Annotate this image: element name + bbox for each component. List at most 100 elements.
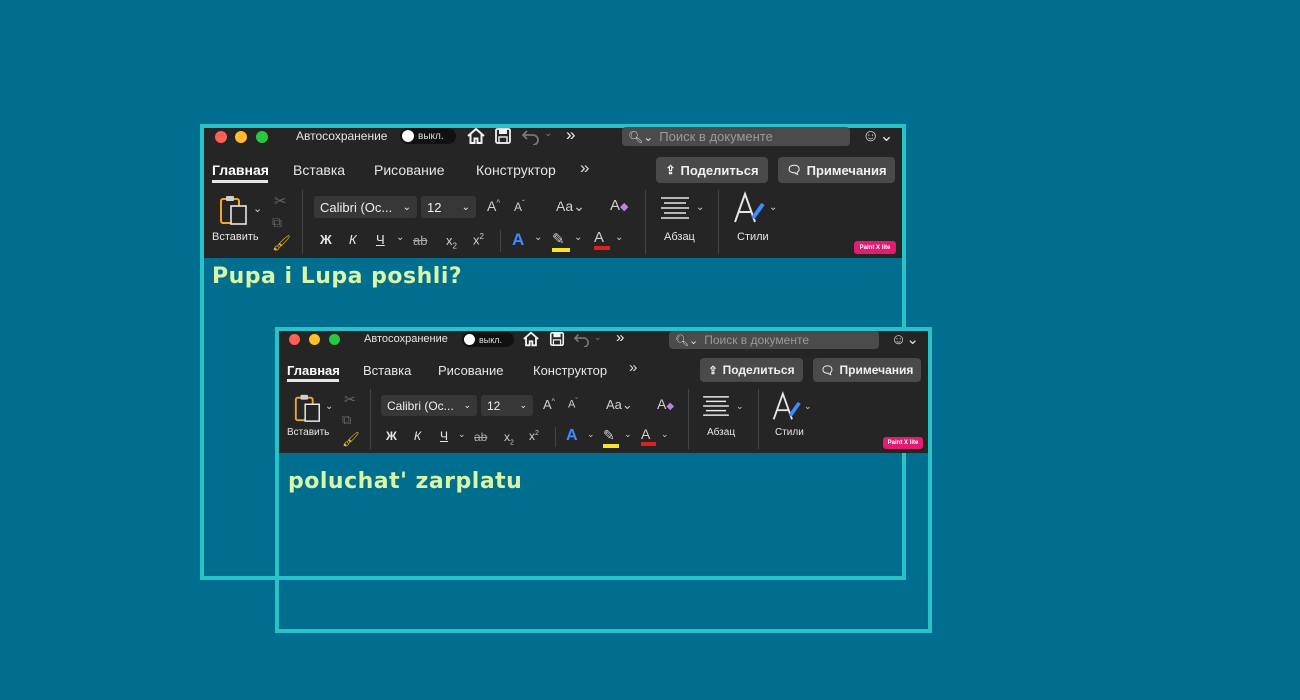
more-commands-icon[interactable]: » (566, 125, 575, 145)
maximize-window-button[interactable] (256, 131, 268, 143)
italic-button[interactable]: К (414, 429, 421, 443)
undo-icon[interactable] (521, 127, 541, 146)
autosave-toggle[interactable]: выкл. (400, 128, 456, 144)
copy-icon[interactable]: ⧉ (272, 214, 282, 231)
smiley-feedback-icon[interactable]: ☺⌄ (891, 330, 919, 348)
increase-font-icon[interactable]: A^ (543, 397, 555, 412)
font-color-dropdown-icon[interactable]: ⌄ (615, 232, 623, 243)
font-color-dropdown-icon[interactable]: ⌄ (661, 429, 669, 440)
format-painter-icon[interactable]: 🖌︎ (272, 234, 291, 252)
subscript-icon[interactable]: x2 (504, 430, 514, 446)
cut-icon[interactable]: ✂ (274, 192, 287, 210)
comments-button[interactable]: 🗨︎ Примечания (778, 157, 895, 183)
share-icon: ⇪ (708, 364, 718, 377)
share-label: Поделиться (722, 363, 795, 377)
more-tabs-icon[interactable]: » (580, 158, 589, 178)
tab-insert[interactable]: Вставка (293, 162, 345, 178)
close-window-button[interactable] (289, 334, 300, 345)
save-icon[interactable] (494, 127, 512, 145)
superscript-icon[interactable]: x2 (529, 429, 539, 443)
undo-dropdown-icon[interactable]: ⌄ (594, 332, 602, 343)
document-text-2: poluchat' zarplatu (288, 469, 523, 494)
autosave-state: выкл. (479, 334, 503, 345)
document-search-field[interactable]: 🔍︎⌄ Поиск в документе (622, 127, 850, 146)
text-effects-dropdown-icon[interactable]: ⌄ (534, 232, 542, 243)
bold-button[interactable]: Ж (320, 232, 332, 247)
comments-button[interactable]: 🗨︎ Примечания (813, 358, 921, 382)
tab-design[interactable]: Конструктор (476, 162, 556, 178)
paragraph-align-icon[interactable] (660, 196, 690, 220)
smiley-feedback-icon[interactable]: ☺⌄ (862, 126, 894, 146)
paste-dropdown-icon[interactable]: ⌄ (253, 202, 262, 215)
styles-icon[interactable] (731, 190, 767, 226)
autosave-toggle[interactable]: выкл. (462, 332, 514, 347)
tab-home[interactable]: Главная (212, 162, 269, 178)
font-size-dropdown[interactable]: 12 ⌄ (421, 196, 476, 218)
superscript-icon[interactable]: x2 (473, 232, 484, 247)
more-commands-icon[interactable]: » (616, 329, 624, 346)
home-icon[interactable] (522, 330, 540, 348)
undo-dropdown-icon[interactable]: ⌄ (544, 128, 552, 139)
decrease-font-icon[interactable]: Aˇ (514, 199, 525, 214)
minimize-window-button[interactable] (235, 131, 247, 143)
styles-dropdown-icon[interactable]: ⌄ (804, 401, 812, 412)
more-tabs-icon[interactable]: » (629, 359, 637, 376)
autosave-toggle-knob (402, 130, 414, 142)
change-case-icon[interactable]: Aa⌄ (556, 198, 585, 215)
copy-icon[interactable]: ⧉ (342, 412, 351, 428)
decrease-font-icon[interactable]: Aˇ (568, 398, 578, 411)
paragraph-align-icon[interactable] (702, 395, 730, 417)
text-effects-icon[interactable]: A (512, 230, 524, 250)
highlight-dropdown-icon[interactable]: ⌄ (574, 232, 582, 243)
paste-dropdown-icon[interactable]: ⌄ (325, 401, 333, 412)
styles-icon[interactable] (770, 390, 803, 423)
font-size-value: 12 (487, 398, 501, 413)
format-painter-icon[interactable]: 🖌︎ (342, 431, 360, 448)
tab-home[interactable]: Главная (287, 363, 340, 378)
tab-draw[interactable]: Рисование (438, 363, 503, 378)
underline-button[interactable]: Ч (440, 429, 448, 443)
font-color-icon[interactable]: A (594, 229, 610, 250)
tab-design[interactable]: Конструктор (533, 363, 607, 378)
undo-icon[interactable] (573, 331, 591, 348)
underline-button[interactable]: Ч (376, 232, 385, 247)
paragraph-dropdown-icon[interactable]: ⌄ (736, 401, 744, 412)
subscript-icon[interactable]: x2 (446, 233, 457, 251)
highlight-dropdown-icon[interactable]: ⌄ (624, 429, 632, 440)
share-button[interactable]: ⇪ Поделиться (656, 157, 768, 183)
clear-formatting-icon[interactable]: A◆ (610, 197, 628, 214)
text-effects-icon[interactable]: A (566, 427, 578, 445)
font-color-icon[interactable]: A (641, 426, 656, 446)
increase-font-icon[interactable]: A^ (487, 198, 500, 214)
minimize-window-button[interactable] (309, 334, 320, 345)
underline-dropdown-icon[interactable]: ⌄ (458, 429, 466, 440)
bold-button[interactable]: Ж (386, 429, 397, 443)
share-button[interactable]: ⇪ Поделиться (700, 358, 803, 382)
document-search-field[interactable]: 🔍︎⌄ Поиск в документе (669, 331, 879, 349)
comments-label: Примечания (806, 162, 887, 178)
home-icon[interactable] (466, 126, 486, 146)
italic-button[interactable]: К (349, 232, 357, 247)
tab-draw[interactable]: Рисование (374, 162, 445, 178)
cut-icon[interactable]: ✂ (344, 391, 356, 408)
styles-dropdown-icon[interactable]: ⌄ (769, 202, 777, 213)
strikethrough-button[interactable]: ab (474, 430, 487, 444)
change-case-icon[interactable]: Aa⌄ (606, 397, 633, 413)
font-size-dropdown[interactable]: 12 ⌄ (481, 395, 533, 416)
save-icon[interactable] (549, 331, 565, 347)
highlight-icon[interactable]: ✎ (603, 427, 619, 448)
clipboard-paste-icon[interactable] (293, 393, 323, 423)
strikethrough-button[interactable]: ab (413, 233, 427, 248)
paragraph-dropdown-icon[interactable]: ⌄ (696, 202, 704, 213)
highlight-icon[interactable]: ✎ (552, 230, 570, 252)
maximize-window-button[interactable] (329, 334, 340, 345)
text-effects-dropdown-icon[interactable]: ⌄ (587, 429, 595, 440)
tab-insert[interactable]: Вставка (363, 363, 411, 378)
clear-formatting-icon[interactable]: A◆ (657, 396, 674, 412)
close-window-button[interactable] (215, 131, 227, 143)
underline-dropdown-icon[interactable]: ⌄ (396, 232, 404, 243)
font-name-dropdown[interactable]: Calibri (Ос... ⌄ (381, 395, 477, 416)
clipboard-paste-icon[interactable] (218, 194, 250, 226)
font-name-dropdown[interactable]: Calibri (Ос... ⌄ (314, 196, 417, 218)
autosave-toggle-knob (464, 334, 475, 345)
